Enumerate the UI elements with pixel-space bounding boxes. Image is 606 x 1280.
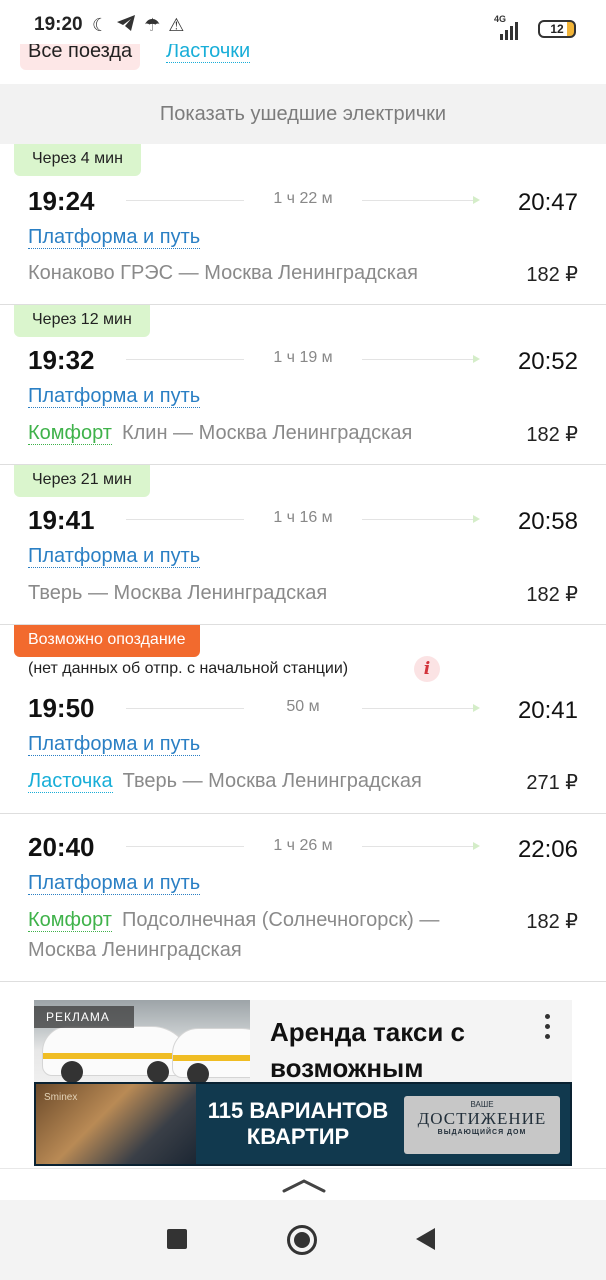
recent-apps-icon[interactable] bbox=[167, 1229, 187, 1249]
route-text: Ласточка Тверь — Москва Ленинградская bbox=[28, 770, 422, 793]
warning-icon: ⚠ bbox=[168, 15, 185, 35]
ad-block[interactable]: РЕКЛАМА Аренда такси с возможным Sminex … bbox=[34, 1000, 572, 1166]
departure-time: 19:24 bbox=[28, 186, 95, 216]
train-card[interactable]: Через 12 мин 19:32 1 ч 19 м 20:52 Платфо… bbox=[0, 305, 606, 465]
chevron-up-icon[interactable] bbox=[282, 1177, 326, 1193]
bottom-sheet-handle[interactable] bbox=[0, 1168, 606, 1200]
train-class-comfort[interactable]: Комфорт bbox=[28, 422, 112, 445]
route-arrow bbox=[362, 355, 480, 363]
ad-label: РЕКЛАМА bbox=[34, 1006, 134, 1028]
signal-icon: 4G bbox=[494, 14, 528, 40]
arrival-time: 20:47 bbox=[517, 189, 578, 216]
ad-banner-brand: Sminex bbox=[44, 1092, 78, 1103]
status-bar: 19:20 ☾ ☂ ⚠ 4G 12 bbox=[0, 0, 606, 44]
arrival-time: 22:06 bbox=[517, 836, 578, 863]
route-text: Конаково ГРЭС — Москва Ленинградская bbox=[28, 262, 418, 284]
back-icon[interactable] bbox=[416, 1228, 435, 1250]
train-card[interactable]: Через 4 мин 19:24 1 ч 22 м 20:47 Платфор… bbox=[0, 144, 606, 305]
route-text: Комфорт Подсолнечная (Солнечногорск) — Мо… bbox=[28, 909, 440, 961]
ticket-price: 182 ₽ bbox=[526, 264, 578, 286]
system-nav-bar bbox=[0, 1200, 606, 1280]
route-text: Комфорт Клин — Москва Ленинградская bbox=[28, 422, 413, 445]
trip-duration: 1 ч 16 м bbox=[273, 509, 333, 526]
route-arrow bbox=[362, 196, 480, 204]
moon-icon: ☾ bbox=[92, 15, 109, 35]
taxi-car-image bbox=[42, 1026, 192, 1083]
arrival-time: 20:41 bbox=[517, 697, 578, 724]
route-arrow bbox=[362, 704, 480, 712]
route-line bbox=[126, 359, 244, 360]
platform-link[interactable]: Платформа и путь bbox=[28, 733, 201, 756]
departure-time: 20:40 bbox=[28, 832, 95, 862]
arrival-time: 20:52 bbox=[517, 348, 578, 375]
train-class-swallow[interactable]: Ласточка bbox=[28, 770, 113, 793]
arrival-time: 20:58 bbox=[517, 508, 578, 535]
ad-banner-headline: 115 ВАРИАНТОВ КВАРТИР bbox=[207, 1098, 389, 1149]
ad-taxi-image: РЕКЛАМА bbox=[34, 1000, 250, 1084]
train-card[interactable]: Через 21 мин 19:41 1 ч 16 м 20:58 Платфо… bbox=[0, 465, 606, 625]
taxi-car-image bbox=[172, 1028, 250, 1084]
platform-link[interactable]: Платформа и путь bbox=[28, 872, 201, 895]
home-icon[interactable] bbox=[287, 1225, 317, 1255]
train-filters: Все поезда Ласточки bbox=[0, 38, 606, 84]
telegram-icon bbox=[116, 14, 136, 36]
train-card[interactable]: Возможно опоздание (нет данных об отпр. … bbox=[0, 625, 606, 814]
ticket-price: 182 ₽ bbox=[526, 911, 578, 933]
departure-time: 19:32 bbox=[28, 345, 95, 375]
battery-icon: 12 bbox=[538, 20, 576, 38]
delay-note: (нет данных об отпр. с начальной станции… bbox=[28, 660, 349, 677]
route-line bbox=[126, 200, 244, 201]
route-text: Тверь — Москва Ленинградская bbox=[28, 582, 328, 604]
route-line bbox=[126, 846, 244, 847]
route-line bbox=[126, 519, 244, 520]
route-arrow bbox=[362, 842, 480, 850]
departure-time: 19:50 bbox=[28, 693, 95, 723]
ad-banner[interactable]: Sminex 115 ВАРИАНТОВ КВАРТИР ВАШЕ ДОСТИЖ… bbox=[34, 1082, 572, 1166]
platform-link[interactable]: Платформа и путь bbox=[28, 385, 201, 408]
ad-banner-logo: ВАШЕ ДОСТИЖЕНИЕ ВЫДАЮЩИЙСЯ ДОМ bbox=[404, 1096, 560, 1154]
trip-duration: 1 ч 22 м bbox=[273, 190, 333, 207]
trip-duration: 50 м bbox=[286, 698, 320, 715]
ticket-price: 182 ₽ bbox=[526, 424, 578, 446]
info-icon[interactable]: i bbox=[414, 656, 440, 682]
route-line bbox=[126, 708, 244, 709]
delay-badge: Возможно опоздание bbox=[14, 625, 200, 657]
show-departed-button[interactable]: Показать ушедшие электрички bbox=[0, 84, 606, 144]
departure-badge: Через 21 мин bbox=[14, 465, 150, 497]
route-arrow bbox=[362, 515, 480, 523]
ad-title[interactable]: Аренда такси с возможным bbox=[270, 1014, 530, 1086]
train-card[interactable]: 20:40 1 ч 26 м 22:06 Платформа и путь Ко… bbox=[0, 814, 606, 982]
trip-duration: 1 ч 19 м bbox=[273, 349, 333, 366]
trip-duration: 1 ч 26 м bbox=[273, 837, 333, 854]
departure-badge: Через 4 мин bbox=[14, 144, 141, 176]
umbrella-icon: ☂ bbox=[144, 15, 161, 35]
departure-time: 19:41 bbox=[28, 505, 95, 535]
train-class-comfort[interactable]: Комфорт bbox=[28, 909, 112, 932]
ticket-price: 182 ₽ bbox=[526, 584, 578, 606]
platform-link[interactable]: Платформа и путь bbox=[28, 226, 201, 249]
status-time: 19:20 bbox=[34, 14, 83, 35]
notification-icons: ☾ ☂ ⚠ bbox=[92, 14, 184, 36]
platform-link[interactable]: Платформа и путь bbox=[28, 545, 201, 568]
more-options-icon[interactable] bbox=[542, 1014, 552, 1039]
departure-badge: Через 12 мин bbox=[14, 305, 150, 337]
ticket-price: 271 ₽ bbox=[526, 772, 578, 794]
